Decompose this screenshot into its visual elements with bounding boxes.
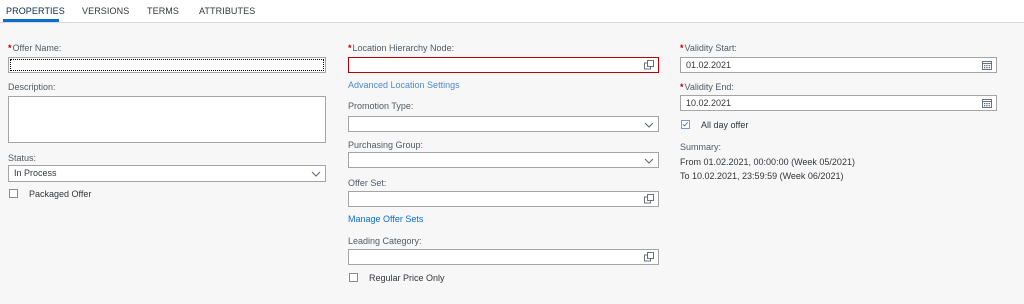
- purchasing-group-label: Purchasing Group:: [348, 140, 424, 150]
- validity-start-label: *Validity Start:: [680, 43, 737, 53]
- chevron-down-icon: [311, 171, 321, 177]
- validity-end-label-text: Validity End:: [684, 82, 734, 92]
- value-help-icon[interactable]: [644, 252, 654, 262]
- location-hierarchy-input[interactable]: [348, 57, 659, 73]
- offer-set-label: Offer Set:: [348, 178, 387, 188]
- tab-properties[interactable]: PROPERTIES: [6, 6, 65, 16]
- status-select[interactable]: In Process: [8, 165, 326, 182]
- focus-indicator: [10, 59, 324, 71]
- required-marker: *: [8, 43, 12, 53]
- offer-name-label-text: Offer Name:: [12, 43, 62, 53]
- validity-start-datepicker[interactable]: 01.02.2021: [680, 57, 997, 73]
- validity-start-label-text: Validity Start:: [684, 43, 737, 53]
- value-help-icon[interactable]: [644, 60, 654, 70]
- description-label: Description:: [8, 82, 56, 92]
- description-textarea[interactable]: [8, 96, 326, 143]
- required-marker: *: [680, 43, 684, 53]
- leading-category-input[interactable]: [348, 249, 659, 265]
- offer-name-label: *Offer Name:: [8, 43, 61, 53]
- promotion-type-select[interactable]: [348, 116, 659, 132]
- calendar-icon[interactable]: [982, 98, 992, 108]
- location-hierarchy-label-text: Location Hierarchy Node:: [352, 43, 455, 53]
- chevron-down-icon: [644, 122, 654, 128]
- tab-attributes[interactable]: ATTRIBUTES: [199, 6, 255, 16]
- required-marker: *: [680, 82, 684, 92]
- advanced-location-settings-link[interactable]: Advanced Location Settings: [348, 80, 460, 90]
- status-value: In Process: [14, 168, 57, 178]
- promotion-type-label: Promotion Type:: [348, 101, 414, 111]
- summary-line-to: To 10.02.2021, 23:59:59 (Week 06/2021): [680, 171, 844, 181]
- regular-price-only-label: Regular Price Only: [369, 273, 445, 283]
- location-hierarchy-label: *Location Hierarchy Node:: [348, 43, 454, 53]
- chevron-down-icon: [644, 158, 654, 164]
- checkmark-icon: [682, 122, 688, 127]
- offer-set-input[interactable]: [348, 191, 659, 207]
- all-day-offer-label: All day offer: [701, 120, 749, 130]
- status-label: Status:: [8, 153, 37, 163]
- offer-name-field[interactable]: [8, 57, 326, 73]
- summary-line-from: From 01.02.2021, 00:00:00 (Week 05/2021): [680, 157, 855, 167]
- packaged-offer-checkbox[interactable]: [9, 189, 18, 198]
- calendar-icon[interactable]: [982, 60, 992, 70]
- packaged-offer-label: Packaged Offer: [29, 189, 92, 199]
- tab-terms[interactable]: TERMS: [147, 6, 179, 16]
- tab-bar: PROPERTIES VERSIONS TERMS ATTRIBUTES: [0, 0, 1024, 23]
- all-day-offer-checkbox[interactable]: [681, 120, 690, 129]
- summary-label: Summary:: [680, 142, 722, 152]
- validity-end-label: *Validity End:: [680, 82, 734, 92]
- value-help-icon[interactable]: [644, 194, 654, 204]
- validity-end-datepicker[interactable]: 10.02.2021: [680, 95, 997, 111]
- manage-offer-sets-link[interactable]: Manage Offer Sets: [348, 214, 423, 224]
- leading-category-label: Leading Category:: [348, 236, 422, 246]
- regular-price-only-checkbox[interactable]: [349, 273, 358, 282]
- purchasing-group-select[interactable]: [348, 152, 659, 168]
- tab-versions[interactable]: VERSIONS: [82, 6, 129, 16]
- required-marker: *: [348, 43, 352, 53]
- validity-end-value: 10.02.2021: [686, 98, 732, 108]
- validity-start-value: 01.02.2021: [686, 60, 732, 70]
- active-tab-indicator: [3, 19, 59, 22]
